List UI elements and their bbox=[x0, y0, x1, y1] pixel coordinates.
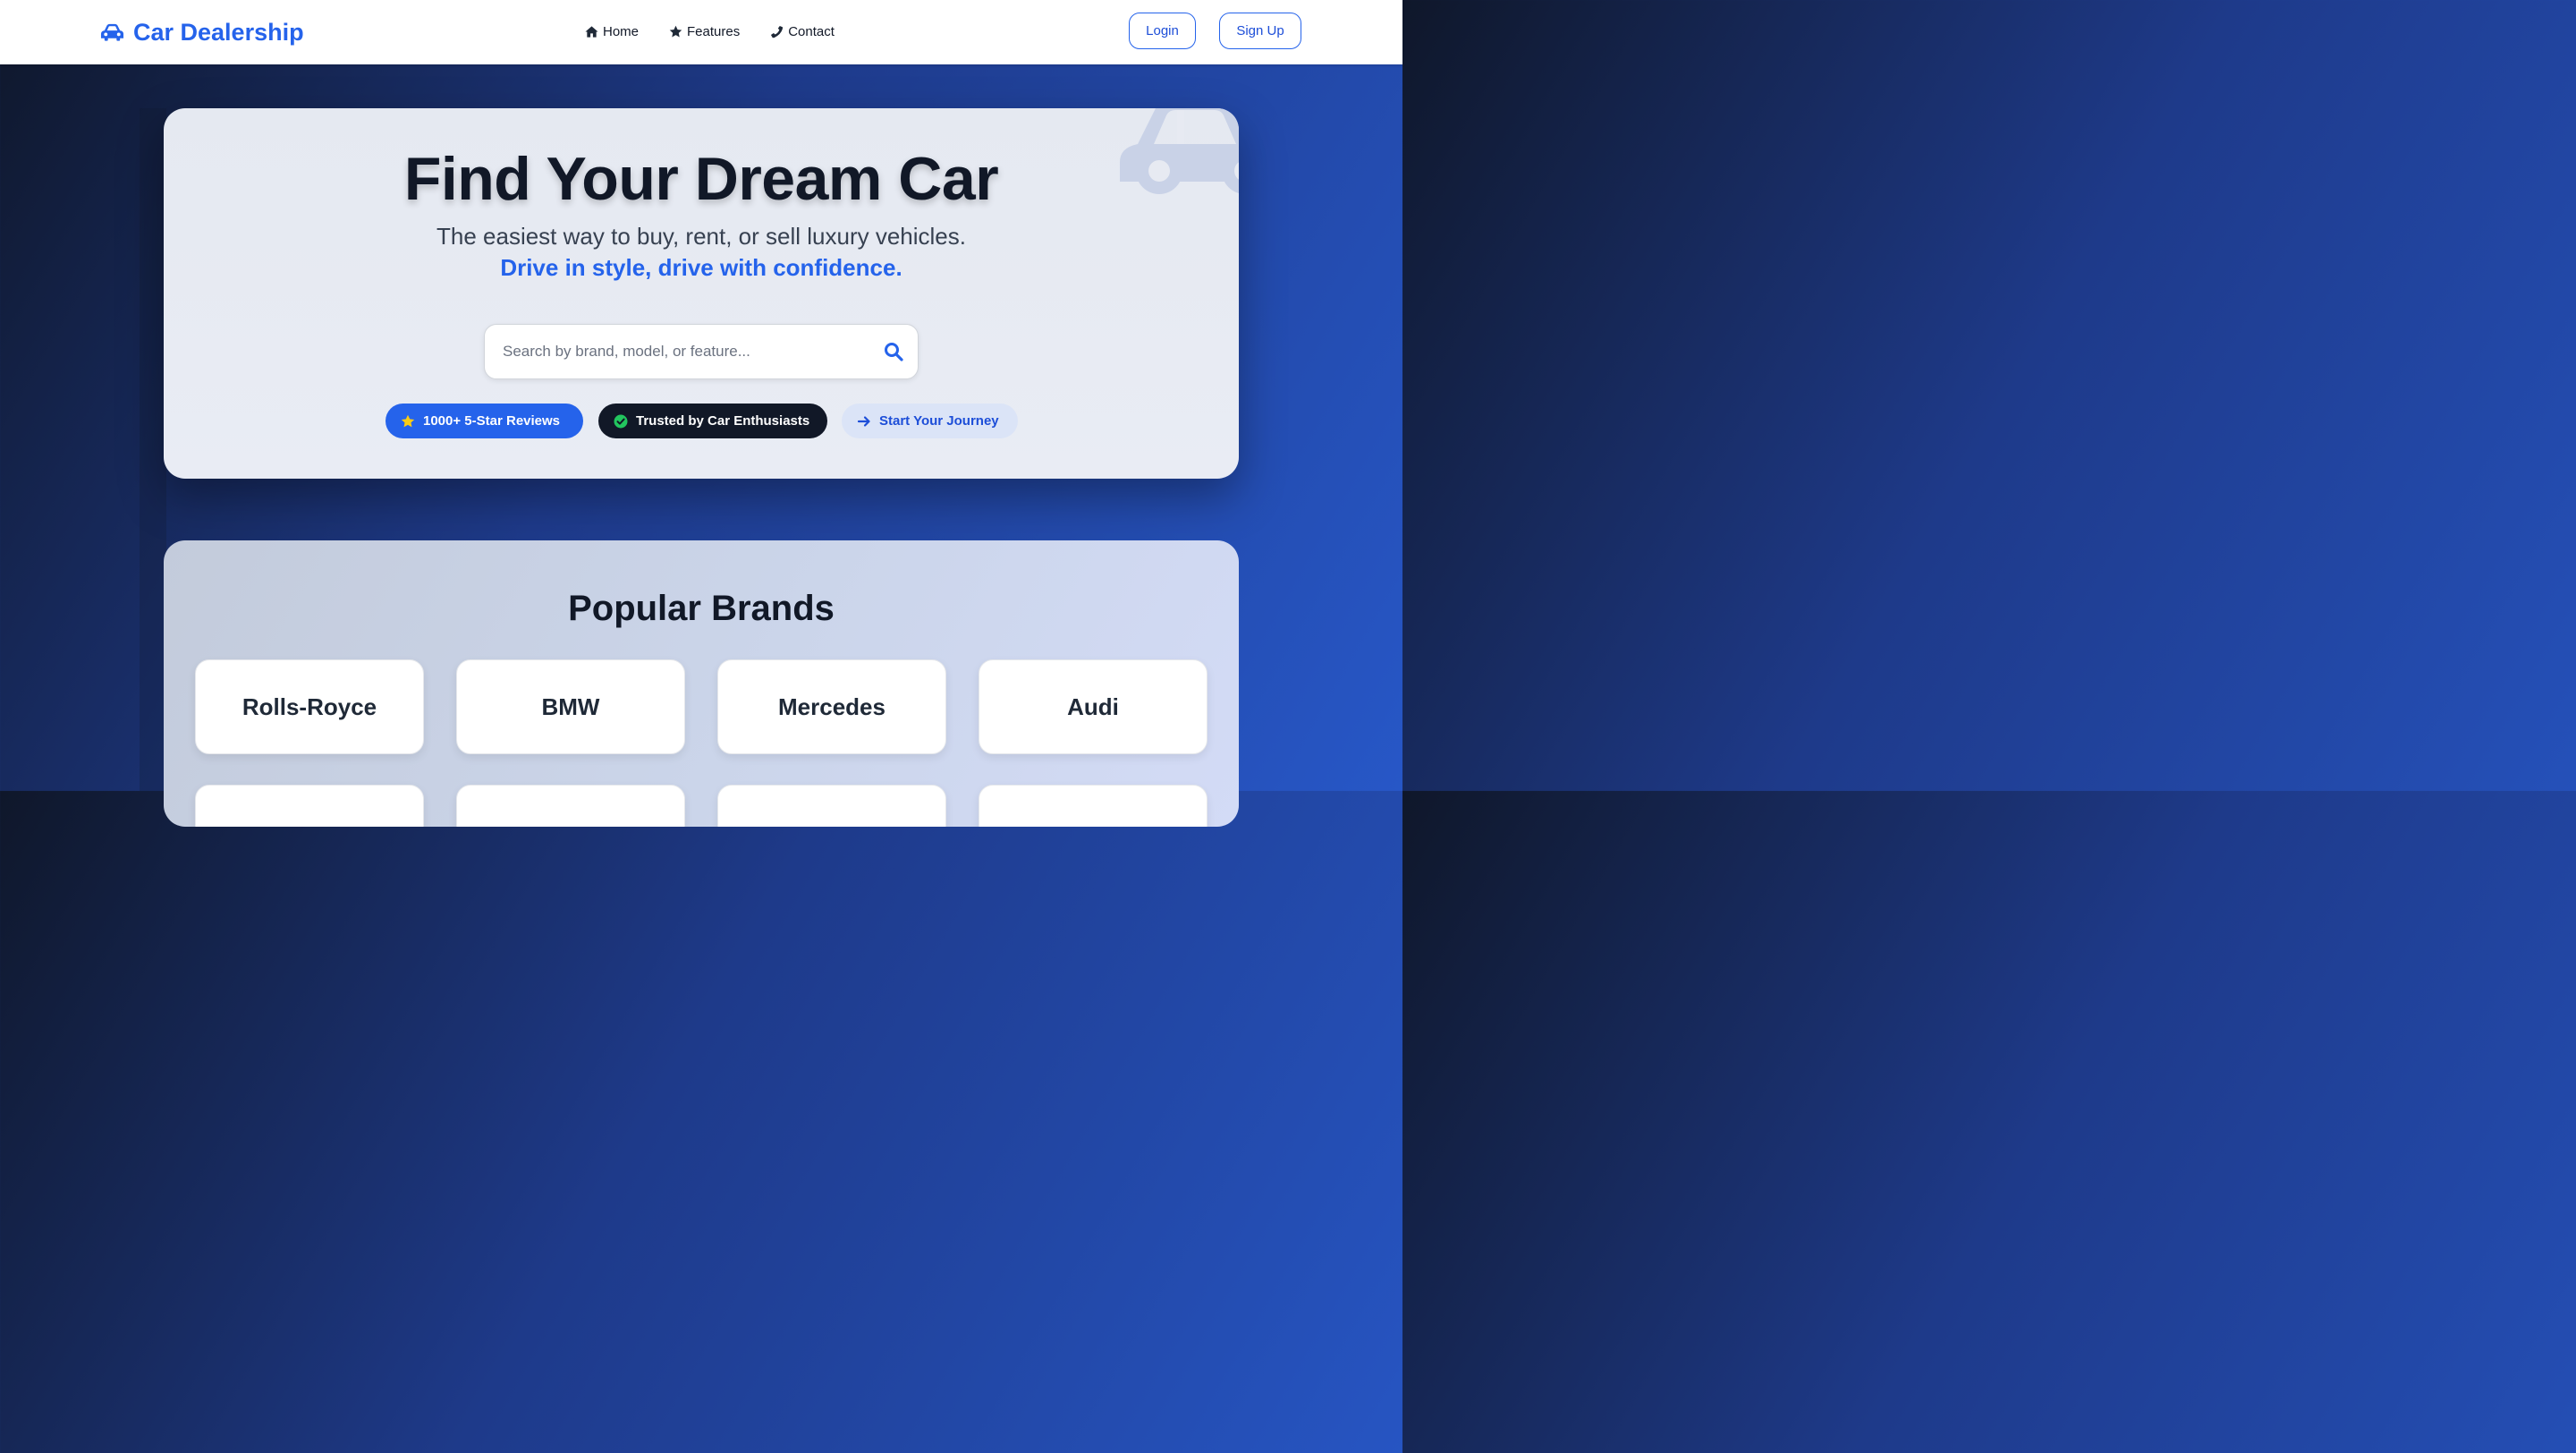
brand-card[interactable] bbox=[717, 785, 946, 827]
brand-card-rolls-royce[interactable]: Rolls-Royce bbox=[195, 659, 424, 754]
nav-link-contact[interactable]: Contact bbox=[770, 24, 835, 39]
star-icon bbox=[401, 414, 415, 427]
hero-subtitle: The easiest way to buy, rent, or sell lu… bbox=[436, 223, 966, 250]
search-input[interactable] bbox=[503, 325, 869, 378]
brand-card-audi[interactable]: Audi bbox=[979, 659, 1208, 754]
brand-card-mercedes[interactable]: Mercedes bbox=[717, 659, 946, 754]
hero-tagline: Drive in style, drive with confidence. bbox=[500, 254, 902, 281]
nav-link-home[interactable]: Home bbox=[585, 24, 639, 39]
signup-button[interactable]: Sign Up bbox=[1219, 13, 1301, 49]
arrow-right-icon bbox=[857, 415, 870, 427]
navbar: Car Dealership Home Features Contact Log… bbox=[0, 0, 1402, 64]
trusted-badge[interactable]: Trusted by Car Enthusiasts bbox=[598, 404, 827, 438]
nav-link-label: Home bbox=[603, 23, 640, 39]
badge-label: Trusted by Car Enthusiasts bbox=[636, 413, 810, 429]
nav-link-features[interactable]: Features bbox=[669, 24, 740, 39]
badge-label: 1000+ 5-Star Reviews bbox=[423, 413, 561, 429]
home-icon bbox=[585, 25, 598, 38]
search-bar bbox=[484, 324, 919, 379]
brand-card[interactable] bbox=[195, 785, 424, 827]
check-circle-icon bbox=[614, 414, 628, 428]
hero-section: Find Your Dream Car The easiest way to b… bbox=[164, 108, 1239, 479]
brand-card[interactable] bbox=[456, 785, 685, 827]
brand-card-bmw[interactable]: BMW bbox=[456, 659, 685, 754]
brand-card[interactable] bbox=[979, 785, 1208, 827]
background-strip bbox=[140, 108, 166, 791]
nav-link-label: Contact bbox=[788, 23, 835, 39]
badge-label: Start Your Journey bbox=[879, 413, 999, 429]
section-title: Popular Brands bbox=[568, 589, 835, 628]
login-button[interactable]: Login bbox=[1129, 13, 1196, 49]
start-journey-button[interactable]: Start Your Journey bbox=[842, 404, 1018, 438]
search-icon[interactable] bbox=[884, 342, 903, 361]
hero-title: Find Your Dream Car bbox=[403, 145, 999, 213]
nav-links: Home Features Contact bbox=[585, 20, 835, 43]
brand-logo[interactable]: Car Dealership bbox=[100, 14, 304, 50]
phone-icon bbox=[771, 25, 784, 38]
brand-name: Car Dealership bbox=[133, 18, 304, 46]
nav-link-label: Features bbox=[687, 23, 741, 39]
car-icon bbox=[100, 23, 124, 41]
star-icon bbox=[669, 25, 682, 37]
popular-brands-section: Popular Brands Rolls-Royce BMW Mercedes … bbox=[164, 540, 1239, 827]
reviews-badge[interactable]: 1000+ 5-Star Reviews bbox=[386, 404, 583, 438]
